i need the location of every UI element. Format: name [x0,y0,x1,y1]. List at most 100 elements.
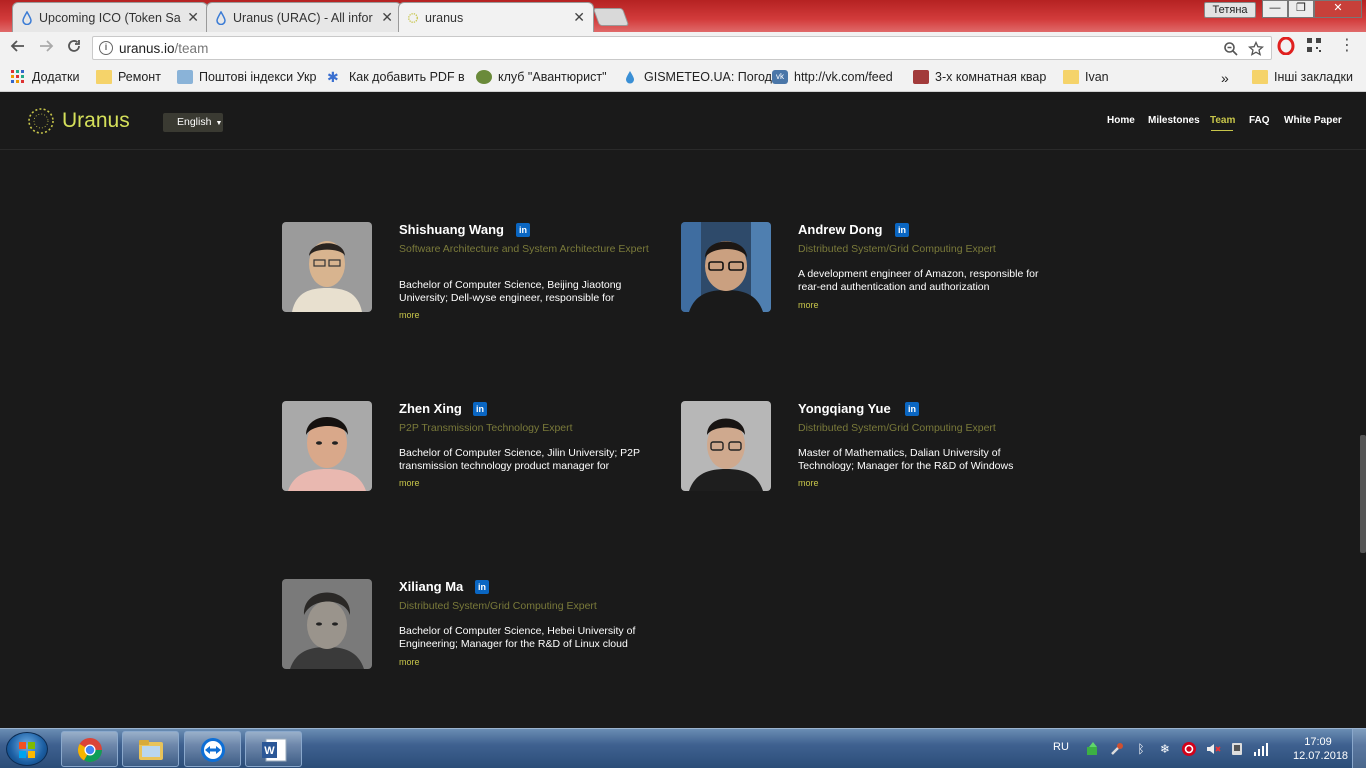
bluetooth-icon[interactable]: ᛒ [1133,741,1149,757]
linkedin-icon[interactable]: in [895,223,909,237]
reload-button[interactable] [64,38,84,58]
bookmark-label: GISMETEO.UA: Погод [644,70,772,84]
folder-icon [1063,70,1079,84]
more-link[interactable]: more [399,478,420,488]
member-bio: Bachelor of Computer Science, Beijing Ji… [399,279,622,304]
close-window-button[interactable]: ✕ [1314,0,1362,18]
tab-upcoming-ico[interactable]: Upcoming ICO (Token Sa ✕ [12,2,208,32]
svg-text:W: W [264,745,275,757]
linkedin-icon[interactable]: in [516,223,530,237]
bookmarks-overflow-button[interactable]: » [1221,70,1229,86]
taskbar-word[interactable]: W [245,731,302,767]
minimize-button[interactable]: — [1262,0,1288,18]
tab-title: Upcoming ICO (Token Sa [39,10,181,25]
bookmark-gismeteo[interactable]: GISMETEO.UA: Погод [622,70,772,84]
speaker-muted-icon[interactable] [1205,741,1221,757]
system-clock[interactable]: 17:09 12.07.2018 [1293,735,1349,763]
bookmark-label: http://vk.com/feed [794,70,893,84]
language-label: English [177,116,212,128]
address-bar[interactable]: i uranus.io/team [92,36,1272,60]
zoom-icon[interactable] [1223,41,1239,57]
uranus-favicon-icon [408,12,418,23]
network-share-icon[interactable] [1085,741,1101,757]
linkedin-icon[interactable]: in [473,402,487,416]
house-icon [913,70,929,84]
bookmark-star-icon[interactable] [1248,41,1264,57]
tab-uranus-urac[interactable]: Uranus (URAC) - All infor ✕ [206,2,402,32]
folder-icon [139,740,163,760]
nav-white-paper[interactable]: White Paper [1284,115,1342,126]
windows-logo-icon [19,742,35,758]
profile-button[interactable]: Тетяна [1204,2,1256,18]
more-link[interactable]: more [798,478,819,488]
team-member-card: Andrew Dong in Distributed System/Grid C… [681,222,1041,322]
linkedin-icon[interactable]: in [905,402,919,416]
bookmark-postal-indexes[interactable]: Поштові індекси Укр [177,70,316,84]
opera-icon[interactable] [1277,36,1295,56]
member-bio: A development engineer of Amazon, respon… [798,268,1039,293]
nav-milestones[interactable]: Milestones [1148,115,1200,126]
snowflake-icon[interactable]: ❄ [1157,741,1173,757]
bookmark-ivan[interactable]: Ivan [1063,70,1109,84]
more-link[interactable]: more [798,300,819,310]
member-role: Distributed System/Grid Computing Expert [798,422,996,434]
map-icon [177,70,193,84]
maximize-button[interactable]: ❐ [1288,0,1314,18]
bookmark-club-avantyurist[interactable]: клуб "Авантюрист" [476,70,607,84]
back-button[interactable] [8,38,28,58]
windows-taskbar: W RU ᛒ ❄ 17:09 12.07.2018 [0,728,1366,768]
clock-date: 12.07.2018 [1293,750,1349,762]
bookmark-apps[interactable]: Додатки [10,70,79,84]
language-dropdown[interactable]: English ▼ [163,113,223,132]
keyboard-language[interactable]: RU [1053,741,1069,753]
bookmark-label: Ivan [1085,70,1109,84]
beats-audio-icon[interactable] [1181,741,1197,757]
joomla-icon: ✱ [327,69,339,85]
start-button[interactable] [6,732,48,766]
member-name: Yongqiang Yue [798,401,891,416]
new-tab-button[interactable] [592,8,630,26]
close-icon[interactable]: ✕ [187,9,199,26]
taskbar-chrome[interactable] [61,731,118,767]
club-icon [476,70,492,84]
taskbar-teamviewer[interactable] [184,731,241,767]
nav-team[interactable]: Team [1210,115,1235,126]
device-icon[interactable] [1229,741,1245,757]
site-logo[interactable]: Uranus [26,106,130,136]
more-link[interactable]: more [399,310,420,320]
bookmark-remont[interactable]: Ремонт [96,70,161,84]
tab-uranus[interactable]: uranus ✕ [398,2,594,32]
linkedin-icon[interactable]: in [475,580,489,594]
bookmark-apartment[interactable]: 3-х комнатная квар [913,70,1046,84]
tab-title: uranus [425,10,464,25]
qr-code-icon[interactable] [1305,37,1323,55]
member-photo [282,579,372,669]
signal-bars-icon[interactable] [1253,741,1269,757]
forward-button[interactable] [36,38,56,58]
taskbar-explorer[interactable] [122,731,179,767]
member-name: Xiliang Ma [399,579,464,594]
nav-home[interactable]: Home [1107,115,1135,126]
bookmark-other[interactable]: Інші закладки [1252,70,1353,84]
more-link[interactable]: more [399,657,420,667]
menu-icon[interactable]: ⋮ [1338,37,1356,55]
caret-down-icon: ▼ [215,120,223,127]
page-scrollbar[interactable] [1360,435,1366,553]
bookmark-label: Как добавить PDF в [349,70,465,84]
member-name: Andrew Dong [798,222,883,237]
weather-drop-icon [626,71,634,84]
member-bio: Bachelor of Computer Science, Hebei Univ… [399,625,636,650]
close-icon[interactable]: ✕ [573,9,585,26]
bookmark-add-pdf[interactable]: ✱ Как добавить PDF в [327,70,465,84]
tools-icon[interactable] [1109,741,1125,757]
bookmarks-bar: Додатки Ремонт Поштові індекси Укр ✱ Как… [0,64,1366,92]
info-icon[interactable]: i [99,41,113,55]
member-name: Shishuang Wang [399,222,504,237]
team-member-card: Xiliang Ma in Distributed System/Grid Co… [282,579,642,679]
nav-faq[interactable]: FAQ [1249,115,1270,126]
close-icon[interactable]: ✕ [381,9,393,26]
show-desktop-button[interactable] [1352,729,1366,768]
member-photo [681,401,771,491]
bookmark-vk-feed[interactable]: vk http://vk.com/feed [772,70,893,84]
member-bio: Bachelor of Computer Science, Jilin Univ… [399,447,640,472]
